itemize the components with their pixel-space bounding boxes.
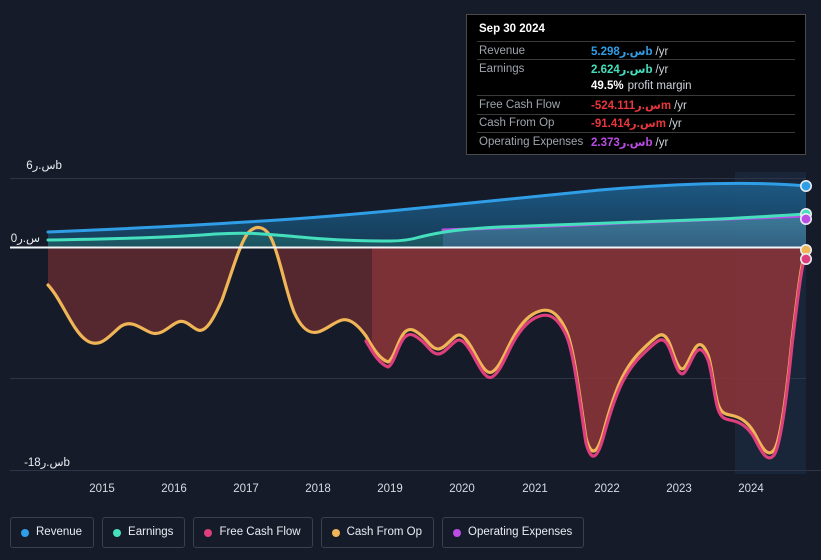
tooltip-label-revenue: Revenue <box>479 44 526 57</box>
legend-label-earnings: Earnings <box>128 526 174 538</box>
tooltip-text-profit-margin: profit margin <box>627 80 692 93</box>
x-axis-label-2022: 2022 <box>594 483 620 495</box>
tooltip-row-profit-margin: 49.5% profit margin <box>477 78 795 95</box>
tooltip-label-operating-expenses: Operating Expenses <box>479 135 584 148</box>
tooltip-value-cash-from-op: -91.414س.رm /yr <box>591 116 682 130</box>
legend-label-operating-expenses: Operating Expenses <box>468 526 573 538</box>
tooltip-unit-cash-from-op: /yr <box>668 118 682 131</box>
legend-dot-earnings <box>113 528 122 537</box>
tooltip-value-revenue: 5.298س.رb /yr <box>591 44 668 58</box>
financial-chart-panel: 6س.رb 0س.ر -18س.رb 2015 2016 2017 2018 2… <box>0 0 821 560</box>
tooltip-number-operating-expenses: 2.373س.رb <box>591 136 653 149</box>
tooltip-value-profit-margin: 49.5% profit margin <box>591 80 692 92</box>
x-axis-label-2020: 2020 <box>449 483 475 495</box>
legend-item-cash-from-op[interactable]: Cash From Op <box>320 517 435 548</box>
y-axis-label-top: 6س.رb <box>26 160 62 172</box>
tooltip-label-earnings: Earnings <box>479 63 525 76</box>
y-axis-label-bottom: -18س.رb <box>24 457 70 469</box>
tooltip-unit-free-cash-flow: /yr <box>674 99 687 112</box>
tooltip-number-profit-margin: 49.5% <box>591 80 624 93</box>
legend-item-earnings[interactable]: Earnings <box>102 517 186 548</box>
tooltip-row-operating-expenses: Operating Expenses 2.373س.رb /yr <box>477 131 795 150</box>
y-axis-label-zero: 0س.ر <box>10 233 40 245</box>
tooltip-value-operating-expenses: 2.373س.رb /yr <box>591 135 668 149</box>
tooltip-row-revenue: Revenue 5.298س.رb /yr <box>477 41 795 59</box>
x-axis-label-2024: 2024 <box>738 483 764 495</box>
legend-dot-free-cash-flow <box>204 528 213 537</box>
tooltip-value-free-cash-flow: -524.111س.رm /yr <box>591 98 687 112</box>
legend-label-revenue: Revenue <box>36 526 83 538</box>
tooltip-label-free-cash-flow: Free Cash Flow <box>479 98 561 111</box>
x-axis-label-2016: 2016 <box>161 483 187 495</box>
legend-label-cash-from-op: Cash From Op <box>346 526 423 538</box>
x-axis-label-2019: 2019 <box>377 483 403 495</box>
chart-legend: Revenue Earnings Free Cash Flow Cash Fro… <box>10 517 585 548</box>
tooltip-row-free-cash-flow: Free Cash Flow -524.111س.رm /yr <box>477 95 795 113</box>
tooltip-unit-operating-expenses: /yr <box>655 136 669 149</box>
legend-dot-cash-from-op <box>331 528 340 537</box>
legend-item-revenue[interactable]: Revenue <box>10 517 95 548</box>
tooltip-row-cash-from-op: Cash From Op -91.414س.رm /yr <box>477 113 795 132</box>
tooltip-number-revenue: 5.298س.رb <box>591 45 653 58</box>
x-axis-label-2023: 2023 <box>666 483 692 495</box>
endpoint-marker-free-cash-flow <box>799 253 812 266</box>
x-axis-label-2015: 2015 <box>89 483 115 495</box>
tooltip-unit-revenue: /yr <box>655 45 669 58</box>
endpoint-marker-revenue <box>799 180 812 193</box>
x-axis-label-2018: 2018 <box>305 483 331 495</box>
legend-item-free-cash-flow[interactable]: Free Cash Flow <box>193 517 313 548</box>
data-tooltip: Sep 30 2024 Revenue 5.298س.رb /yr Earnin… <box>466 14 806 155</box>
legend-item-operating-expenses[interactable]: Operating Expenses <box>442 517 585 548</box>
tooltip-row-earnings: Earnings 2.624س.رb /yr <box>477 59 795 77</box>
endpoint-marker-operating-expenses <box>799 213 812 226</box>
tooltip-date: Sep 30 2024 <box>479 23 545 35</box>
tooltip-label-cash-from-op: Cash From Op <box>479 117 555 130</box>
x-axis-label-2021: 2021 <box>522 483 548 495</box>
tooltip-number-earnings: 2.624س.رb <box>591 64 653 77</box>
legend-label-free-cash-flow: Free Cash Flow <box>219 526 301 538</box>
tooltip-number-cash-from-op: -91.414س.رm <box>591 118 666 131</box>
tooltip-unit-earnings: /yr <box>655 64 669 77</box>
x-axis-label-2017: 2017 <box>233 483 259 495</box>
legend-dot-revenue <box>21 528 29 537</box>
tooltip-value-earnings: 2.624س.رb /yr <box>591 62 668 76</box>
tooltip-number-free-cash-flow: -524.111س.رm <box>591 99 672 112</box>
legend-dot-operating-expenses <box>453 528 462 537</box>
